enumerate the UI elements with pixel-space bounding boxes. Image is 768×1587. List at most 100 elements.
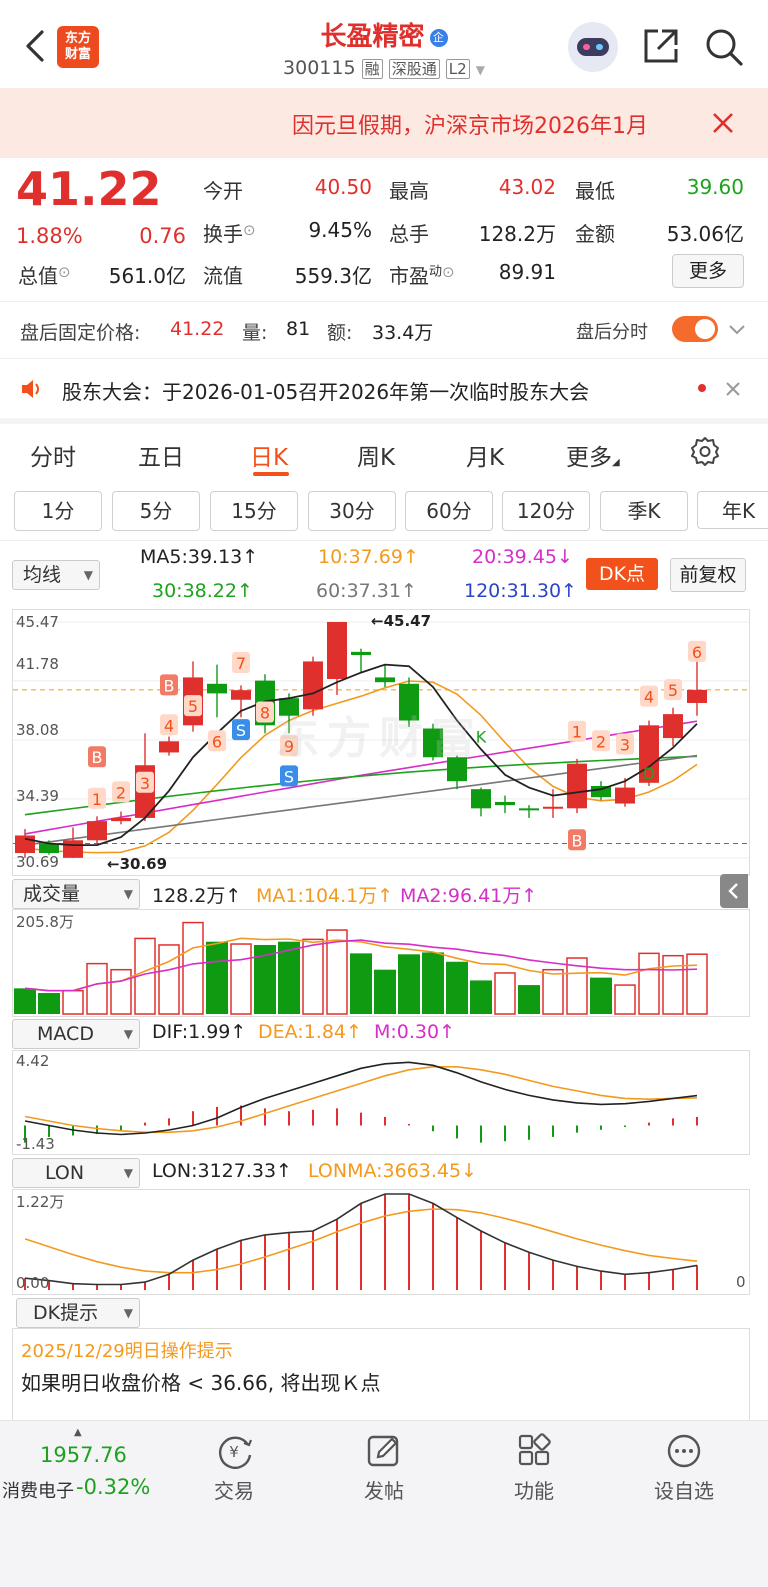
volume-bar [230,943,252,1015]
tab-daily-k[interactable]: 日K [250,438,288,472]
tab-weekly-k[interactable]: 周K [357,438,395,472]
dk-point-button[interactable]: DK点 [586,558,658,590]
post-button[interactable]: 发帖 [324,1421,444,1504]
info-icon[interactable]: ⊙ [243,221,256,239]
volume-bar [158,944,180,1015]
grid-icon [514,1433,554,1469]
lon-chart[interactable]: 1.22万 0.00 [12,1189,750,1295]
candle-body [87,821,107,841]
macd-y-max: 4.42 [16,1052,50,1070]
more-button[interactable]: 更多 [672,254,744,288]
tab-five-day[interactable]: 五日 [138,438,184,472]
turnover-value: 9.45% [308,218,372,242]
volume-plot[interactable] [13,910,749,1016]
candle-body [351,651,371,656]
code-dropdown-icon[interactable]: ▼ [476,63,485,77]
macd-m: M:0.30↑ [374,1021,456,1043]
search-icon[interactable] [704,27,744,67]
lonma-value: LONMA:3663.45↓ [308,1160,478,1182]
period-30min[interactable]: 30分 [308,491,396,531]
watermark: 东方财富 [275,713,483,764]
period-5min[interactable]: 5分 [112,491,200,531]
market-cap-value: 561.0亿 [108,264,186,288]
tab-more[interactable]: 更多◢ [566,438,620,472]
collapse-tab-icon[interactable] [720,874,748,908]
macd-plot[interactable] [13,1051,749,1154]
after-hours-toggle[interactable] [672,316,718,342]
add-watchlist-button[interactable]: 设自选 [624,1421,744,1504]
period-120min[interactable]: 120分 [502,491,590,531]
edit-icon [364,1433,404,1469]
banner-close-icon[interactable] [712,112,734,134]
macd-chart[interactable]: 4.42 -1.43 [12,1050,750,1155]
period-15min[interactable]: 15分 [210,491,298,531]
high-annotation: ←45.47 [371,612,432,630]
volume-bar [638,952,660,1015]
stock-code: 300115 [283,57,356,79]
volume-bar [14,988,36,1014]
volume-y-max: 205.8万 [16,913,74,931]
more-dots-icon [664,1433,704,1469]
bottom-toolbar: ▲ 1957.76 消费电子 -0.32% ¥ 交易 发帖 功能 设自选 [0,1420,768,1587]
dk-tip-selector[interactable]: DK提示 ▼ [16,1298,140,1328]
kline-chart[interactable]: BBBSSKD123456789123456 45.47 41.78 38.08… [12,609,750,876]
index-name[interactable]: 消费电子 [2,1477,74,1503]
after-hours-price-label: 盘后固定价格: [20,322,141,344]
info-icon[interactable]: ⊙ [442,263,455,281]
info-icon[interactable]: ⊙ [58,263,71,281]
notice-close-icon[interactable] [726,381,740,396]
dk-marker-text: 8 [260,704,270,723]
dk-marker-text: 2 [116,783,126,802]
dk-marker-text: 1 [92,790,102,809]
volume-selector[interactable]: 成交量 ▼ [12,879,140,909]
ma30-label: 30:38.22↑ [152,580,253,602]
ma-selector-label: 均线 [23,564,62,586]
dk-marker-text: 5 [668,681,678,700]
index-change[interactable]: -0.32% [76,1475,150,1499]
high-label: 最高 [389,179,429,203]
dk-marker-text: 1 [572,723,582,742]
lon-selector[interactable]: LON ▼ [12,1158,140,1188]
share-icon[interactable] [642,27,680,65]
function-button[interactable]: 功能 [474,1421,594,1504]
candle-body [15,835,35,854]
trade-button[interactable]: ¥ 交易 [174,1421,294,1504]
chevron-down-icon[interactable] [728,322,746,336]
period-1min[interactable]: 1分 [14,491,102,531]
ma60-label: 60:37.31↑ [316,580,417,602]
after-hours-amt-label: 额: [327,322,353,344]
notice-bar[interactable]: 股东大会：于2026-01-05召开2026年第一次临时股东大会 [0,360,768,418]
index-value[interactable]: 1957.76 [40,1443,127,1467]
tab-monthly-k[interactable]: 月K [466,438,504,472]
dk-marker-text: B [92,748,103,767]
market-cap-label-text: 总值 [18,264,58,288]
volume-bar [542,968,564,1015]
y-axis-label-bottom: 30.69 [16,853,59,871]
function-label: 功能 [514,1479,554,1503]
settings-gear-icon[interactable] [690,436,720,466]
volume-bar [398,954,420,1014]
dk-marker-text: 4 [164,716,174,735]
notice-dot [698,384,706,392]
period-year[interactable]: 年K [697,491,768,529]
section-gap [0,418,768,424]
pe-label-sup: 动 [429,264,443,280]
dk-tip-selector-label: DK提示 [33,1302,99,1324]
robot-avatar-icon[interactable] [568,22,618,72]
lon-selector-label: LON [45,1162,85,1184]
volume-bar [38,993,60,1014]
ma-selector[interactable]: 均线 ▼ [12,560,100,590]
dk-marker-text: 2 [596,732,606,751]
dk-marker-text: 4 [644,688,654,707]
period-quarter[interactable]: 季K [600,491,688,531]
tab-intraday[interactable]: 分时 [30,438,76,472]
macd-selector[interactable]: MACD ▼ [12,1019,140,1049]
volume-chart[interactable]: 205.8万 [12,909,750,1017]
tag-shenzhen-connect: 深股通 [388,59,440,79]
adjust-button[interactable]: 前复权 [670,558,746,592]
ma10-label: 10:37.69↑ [318,546,419,568]
ma5-label: MA5:39.13↑ [140,546,259,568]
candle-body [615,787,635,804]
period-60min[interactable]: 60分 [405,491,493,531]
lon-plot[interactable] [13,1190,749,1294]
